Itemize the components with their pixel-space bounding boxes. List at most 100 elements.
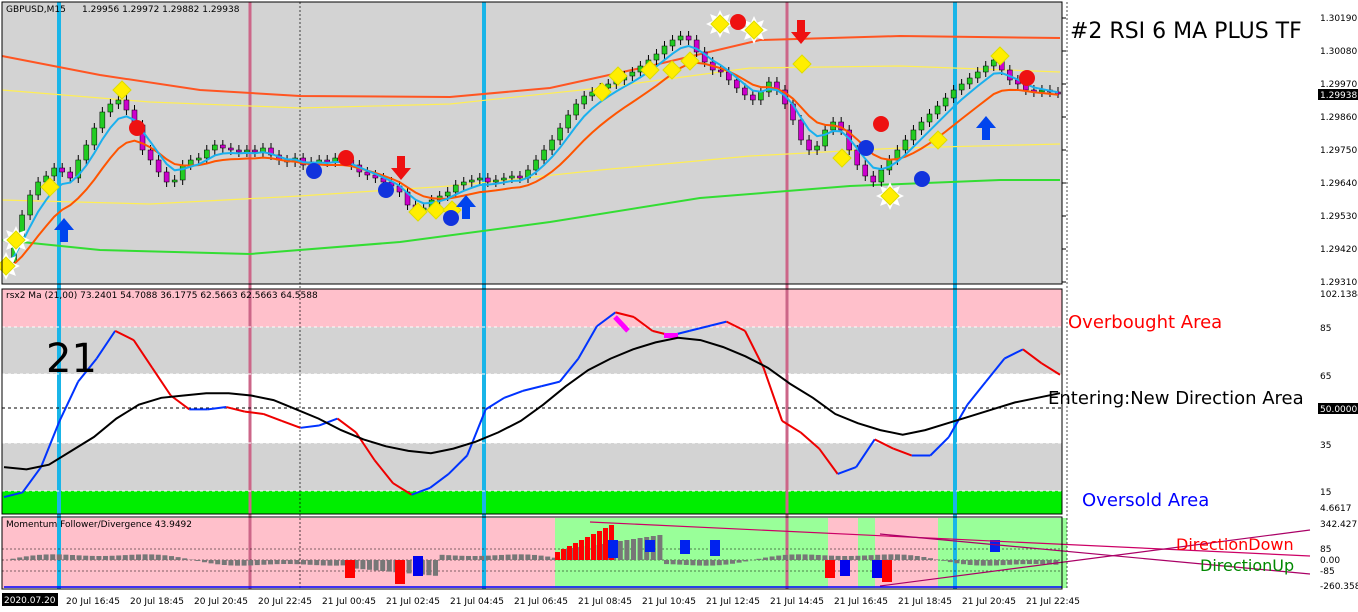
- candle-body: [107, 103, 114, 113]
- blue-dot-marker: [306, 163, 322, 179]
- momentum-up-bar: [579, 540, 584, 560]
- time-label: 20 Jul 20:45: [194, 597, 248, 607]
- candle-body: [91, 127, 98, 146]
- momentum-bar: [109, 555, 115, 560]
- momentum-up-bar: [573, 543, 578, 560]
- candle-body: [966, 77, 973, 85]
- candle-body: [115, 99, 122, 105]
- momentum-bar: [802, 554, 808, 560]
- momentum-signal-bar: [825, 560, 835, 578]
- momentum-bar: [730, 560, 735, 564]
- momentum-bar: [512, 554, 518, 560]
- time-label: 20 Jul 18:45: [130, 597, 184, 607]
- momentum-tick-label: 342.427: [1320, 520, 1357, 530]
- candle-body: [717, 69, 724, 73]
- momentum-bar: [492, 555, 498, 560]
- candle-body: [918, 121, 925, 131]
- momentum-bar: [789, 554, 795, 560]
- momentum-bar: [532, 554, 537, 560]
- momentum-bar: [1027, 560, 1032, 565]
- momentum-bar: [485, 555, 491, 560]
- momentum-bar: [149, 554, 155, 560]
- rsi-tick-label: 85: [1320, 324, 1331, 334]
- momentum-bar: [56, 554, 62, 560]
- momentum-bar: [129, 554, 135, 560]
- candle-body: [469, 179, 475, 183]
- candle-body: [27, 194, 33, 216]
- momentum-bar: [122, 555, 128, 560]
- momentum-bar: [37, 554, 42, 560]
- momentum-signal-bar: [882, 560, 892, 582]
- momentum-bar: [380, 560, 386, 571]
- rsi-tick-label: 65: [1320, 372, 1331, 382]
- blue-dot-marker: [914, 171, 930, 187]
- candle-body: [163, 171, 170, 183]
- candle-body: [444, 191, 451, 197]
- momentum-bar: [287, 560, 293, 565]
- candle-body: [477, 177, 483, 181]
- momentum-up-bar: [585, 537, 590, 560]
- momentum-bar: [756, 558, 762, 560]
- candle-body: [565, 114, 571, 129]
- momentum-blue-bar: [645, 540, 655, 552]
- momentum-bar: [208, 560, 214, 564]
- momentum-bar: [974, 560, 980, 566]
- momentum-bar: [961, 560, 966, 565]
- momentum-bar: [274, 560, 280, 565]
- candle-body: [147, 149, 154, 161]
- momentum-bar: [169, 556, 174, 560]
- candle-body: [212, 144, 218, 151]
- momentum-bar: [96, 555, 102, 560]
- blue-dot-marker: [858, 140, 874, 156]
- momentum-bar: [175, 557, 181, 560]
- momentum-bar: [848, 555, 854, 560]
- momentum-bar: [215, 560, 221, 565]
- momentum-bar: [895, 554, 900, 560]
- blue-dot-marker: [443, 210, 459, 226]
- candle-body: [179, 164, 186, 181]
- momentum-bar: [723, 560, 729, 565]
- red-dot-marker: [730, 14, 746, 30]
- candle-body: [171, 179, 178, 183]
- momentum-bar: [697, 560, 702, 566]
- candle-body: [870, 175, 877, 183]
- candle-body: [187, 159, 194, 166]
- direction-up-label: DirectionUp: [1200, 556, 1294, 575]
- momentum-bar: [1007, 560, 1013, 565]
- candle-body: [798, 119, 804, 141]
- candle-body: [35, 181, 41, 196]
- time-label: 21 Jul 10:45: [642, 597, 696, 607]
- momentum-bar: [505, 554, 511, 560]
- momentum-bar: [617, 541, 623, 560]
- time-label: 21 Jul 18:45: [898, 597, 952, 607]
- momentum-bar: [314, 560, 320, 566]
- momentum-bar: [103, 555, 108, 560]
- momentum-bar: [842, 555, 848, 560]
- time-label: 21 Jul 06:45: [514, 597, 568, 607]
- rsi-tick-label: 35: [1320, 441, 1331, 451]
- price-tick-label: 1.29530: [1320, 212, 1357, 222]
- candle-body: [460, 181, 467, 186]
- momentum-bar: [862, 555, 867, 560]
- candle-body: [452, 184, 459, 193]
- candle-body: [123, 99, 130, 111]
- candle-body: [806, 139, 812, 151]
- candle-body: [814, 145, 820, 151]
- momentum-bar: [479, 555, 485, 560]
- momentum-bar: [433, 560, 438, 576]
- momentum-bar: [426, 560, 432, 576]
- momentum-bar: [664, 560, 669, 565]
- candle-body: [581, 95, 587, 105]
- momentum-bar: [829, 555, 834, 560]
- momentum-bar: [221, 560, 227, 566]
- time-label: 21 Jul 04:45: [450, 597, 504, 607]
- momentum-up-bar: [591, 534, 596, 560]
- candle-body: [750, 94, 756, 101]
- momentum-bar: [875, 554, 881, 560]
- momentum-bar: [248, 560, 254, 566]
- price-tick-label: 1.29860: [1320, 113, 1357, 123]
- momentum-bar: [987, 560, 993, 566]
- trading-chart: GBPUSD,M15 1.29956 1.29972 1.29882 1.299…: [0, 0, 1358, 612]
- momentum-bar: [452, 555, 458, 560]
- candle-body: [244, 149, 250, 153]
